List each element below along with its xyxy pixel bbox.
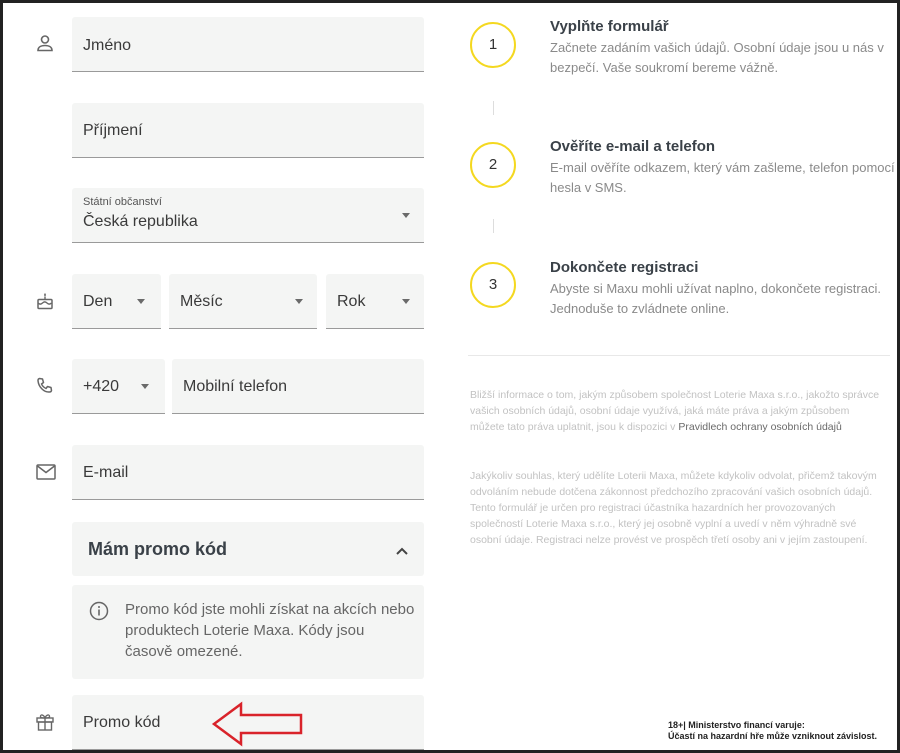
email-placeholder: E-mail	[83, 464, 129, 481]
step-1-description: Začnete zadáním vašich údajů. Osobní úda…	[550, 40, 884, 75]
step-1-title: Vyplňte formulář	[550, 18, 669, 35]
phone-prefix-select[interactable]: +420	[72, 359, 165, 414]
promo-info-text: Promo kód jste mohli získat na akcích ne…	[125, 601, 415, 660]
first-name-field[interactable]: Jméno	[72, 17, 424, 72]
section-divider	[468, 355, 890, 356]
citizenship-value: Česká republika	[83, 213, 198, 230]
dob-day-label: Den	[83, 293, 113, 310]
gambling-warning-line-2: Účastí na hazardní hře může vzniknout zá…	[668, 731, 878, 741]
step-3-description: Abyste si Maxu mohli užívat naplno, doko…	[550, 281, 881, 316]
privacy-policy-link[interactable]: Pravidlech ochrany osobních údajů	[678, 421, 841, 433]
chevron-down-icon	[137, 299, 145, 304]
page-frame: Jméno Příjmení Státní občanství Česká re…	[0, 0, 900, 753]
step-2-title: Ověříte e-mail a telefon	[550, 138, 716, 155]
step-1-circle: 1	[470, 22, 516, 68]
dob-month-select[interactable]: Měsíc	[169, 274, 317, 329]
chevron-up-icon	[396, 542, 408, 560]
chevron-down-icon	[402, 213, 410, 218]
step-3-title: Dokončete registraci	[550, 259, 699, 276]
consent-notice: Jakýkoliv souhlas, který udělíte Loterii…	[470, 470, 877, 546]
dob-month-label: Měsíc	[180, 293, 223, 310]
promo-code-toggle-label: Mám promo kód	[88, 539, 228, 559]
email-field[interactable]: E-mail	[72, 445, 424, 500]
step-2-description: E-mail ověříte odkazem, který vám zašlem…	[550, 160, 895, 195]
step-3-circle: 3	[470, 262, 516, 308]
last-name-placeholder: Příjmení	[83, 122, 143, 139]
promo-code-placeholder: Promo kód	[83, 714, 161, 731]
info-icon	[89, 601, 109, 626]
step-connector	[493, 101, 494, 115]
chevron-down-icon	[141, 384, 149, 389]
arrow-annotation	[211, 701, 305, 750]
phone-icon	[36, 377, 54, 395]
mobile-phone-placeholder: Mobilní telefon	[183, 378, 288, 395]
last-name-field[interactable]: Příjmení	[72, 103, 424, 158]
dob-day-select[interactable]: Den	[72, 274, 161, 329]
phone-prefix-value: +420	[83, 378, 120, 395]
gambling-warning-line-1: 18+| Ministerstvo financí varuje:	[668, 720, 805, 730]
person-icon	[36, 34, 54, 52]
step-2-circle: 2	[470, 142, 516, 188]
dob-year-label: Rok	[337, 293, 366, 310]
promo-code-toggle[interactable]: Mám promo kód	[72, 522, 424, 576]
gambling-warning: 18+| Ministerstvo financí varuje: Účastí…	[668, 720, 897, 742]
citizenship-label: Státní občanství	[83, 196, 162, 208]
cake-icon	[35, 291, 55, 311]
chevron-down-icon	[295, 299, 303, 304]
mail-icon	[36, 464, 56, 480]
gift-icon	[35, 712, 55, 732]
chevron-down-icon	[402, 299, 410, 304]
first-name-placeholder: Jméno	[83, 37, 132, 54]
mobile-phone-field[interactable]: Mobilní telefon	[172, 359, 424, 414]
promo-info-box: Promo kód jste mohli získat na akcích ne…	[72, 585, 424, 679]
privacy-notice: Bližší informace o tom, jakým způsobem s…	[470, 387, 882, 435]
dob-year-select[interactable]: Rok	[326, 274, 424, 329]
step-connector	[493, 219, 494, 233]
citizenship-select[interactable]: Státní občanství Česká republika	[72, 188, 424, 243]
